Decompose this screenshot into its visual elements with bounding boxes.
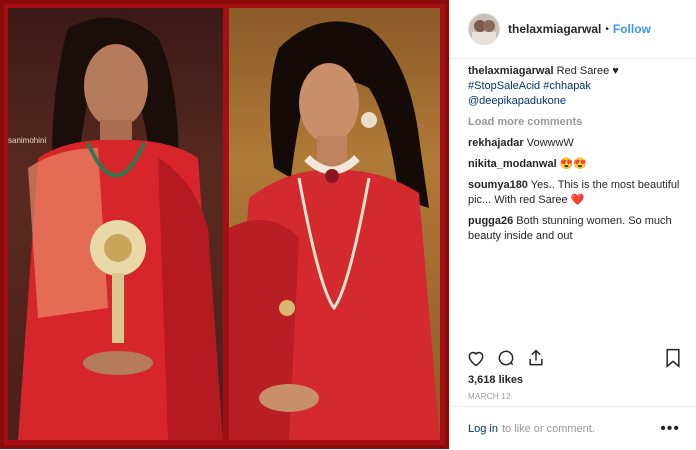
caption: thelaxmiagarwal Red Saree ♥ #StopSaleAci… [468,64,688,109]
comment-username[interactable]: soumya180 [468,179,528,191]
right-photo [229,8,440,440]
instagram-post: sanimohini thelaxmiagarwal • Follow thel… [0,0,696,449]
heart-icon[interactable] [466,348,486,368]
comment-username[interactable]: nikita_modanwal [468,158,557,170]
avatar[interactable] [468,13,500,45]
post-date: MARCH 12 [468,392,511,401]
comment: pugga26 Both stunning women. So much bea… [468,214,688,244]
comment: nikita_modanwal 😍😍 [468,157,688,172]
likes-count[interactable]: 3,618 likes [468,374,523,386]
caption-username[interactable]: thelaxmiagarwal [468,65,554,77]
comment: rekhajadar VowwwW [468,136,688,151]
comment-text: 😍😍 [559,158,588,170]
comment-text: VowwwW [526,137,574,149]
comment-username[interactable]: pugga26 [468,215,513,227]
share-icon[interactable] [526,348,546,368]
login-link[interactable]: Log in [468,423,498,435]
comments-section: thelaxmiagarwal Red Saree ♥ #StopSaleAci… [468,64,688,250]
separator-dot: • [605,23,609,35]
more-options-icon[interactable]: ••• [660,420,680,438]
load-more-comments[interactable]: Load more comments [468,115,688,130]
photo-watermark: sanimohini [8,136,47,145]
post-sidebar: thelaxmiagarwal • Follow thelaxmiagarwal… [449,0,696,449]
comment: soumya180 Yes.. This is the most beautif… [468,178,688,208]
post-footer: Log in to like or comment. ••• [450,406,696,450]
post-header: thelaxmiagarwal • Follow [450,0,696,59]
left-photo: sanimohini [8,8,223,440]
follow-button[interactable]: Follow [613,22,651,36]
bookmark-icon[interactable] [664,348,682,368]
author-username[interactable]: thelaxmiagarwal [508,22,601,36]
comment-icon[interactable] [496,348,516,368]
caption-tags[interactable]: #StopSaleAcid #chhapak @deepikapadukone [468,80,591,107]
action-bar [466,346,682,370]
login-prompt-text: to like or comment. [501,422,595,435]
caption-text: Red Saree ♥ [556,65,619,77]
post-image[interactable]: sanimohini [0,0,449,449]
comment-username[interactable]: rekhajadar [468,137,524,149]
image-frame: sanimohini [4,4,445,445]
